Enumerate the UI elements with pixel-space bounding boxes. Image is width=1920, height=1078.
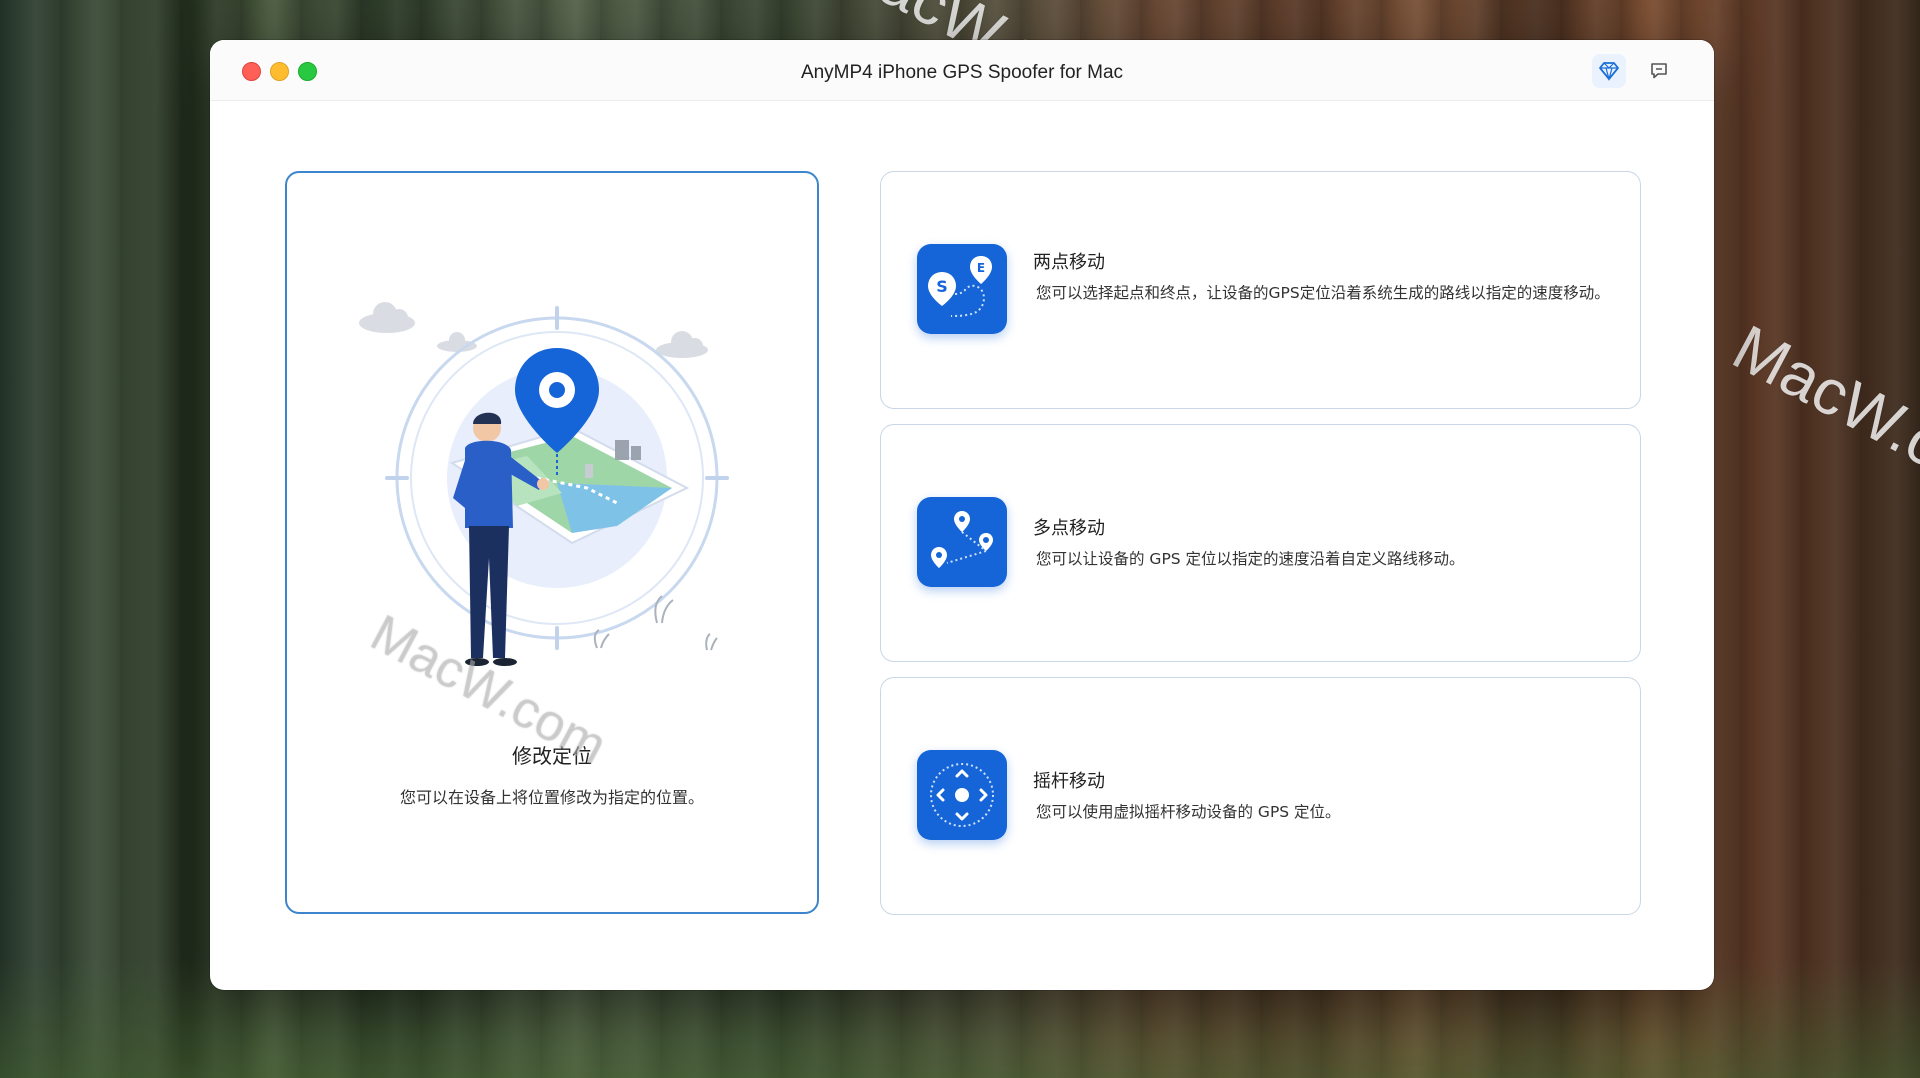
multi-point-move-description: 您可以让设备的 GPS 定位以指定的速度沿着自定义路线移动。 <box>1036 550 1465 568</box>
multi-point-move-card[interactable]: 多点移动 您可以让设备的 GPS 定位以指定的速度沿着自定义路线移动。 <box>880 424 1641 662</box>
two-point-move-title: 两点移动 <box>1033 252 1105 273</box>
joystick-move-description: 您可以使用虚拟摇杆移动设备的 GPS 定位。 <box>1036 803 1341 821</box>
modify-location-card[interactable]: 修改定位 您可以在设备上将位置修改为指定的位置。 <box>285 171 819 914</box>
message-icon <box>1651 63 1667 79</box>
two-point-move-description: 您可以选择起点和终点，让设备的GPS定位沿着系统生成的路线以指定的速度移动。 <box>1036 284 1610 302</box>
feedback-button[interactable] <box>1642 54 1676 88</box>
multi-point-move-title: 多点移动 <box>1033 518 1105 539</box>
premium-button[interactable] <box>1592 54 1626 88</box>
joystick-icon <box>917 750 1007 840</box>
modify-location-description: 您可以在设备上将位置修改为指定的位置。 <box>399 788 704 807</box>
location-map-illustration <box>359 302 729 666</box>
svg-text:S: S <box>936 277 948 296</box>
multi-point-route-icon <box>917 497 1007 587</box>
modify-location-title: 修改定位 <box>512 744 592 768</box>
diamond-icon <box>1599 62 1619 81</box>
joystick-move-title: 摇杆移动 <box>1033 771 1105 792</box>
two-point-move-card[interactable]: S E 两点移动 您可以选择起点和终点，让设备的GPS定位沿着系统生成的路线以指… <box>880 171 1641 409</box>
app-window: AnyMP4 iPhone GPS Spoofer for Mac 修改定位 您… <box>210 40 1714 990</box>
title-bar: AnyMP4 iPhone GPS Spoofer for Mac <box>210 40 1714 101</box>
svg-text:E: E <box>977 261 985 275</box>
joystick-move-card[interactable]: 摇杆移动 您可以使用虚拟摇杆移动设备的 GPS 定位。 <box>880 677 1641 915</box>
two-point-route-icon: S E <box>917 244 1007 334</box>
window-title: AnyMP4 iPhone GPS Spoofer for Mac <box>800 62 1124 83</box>
